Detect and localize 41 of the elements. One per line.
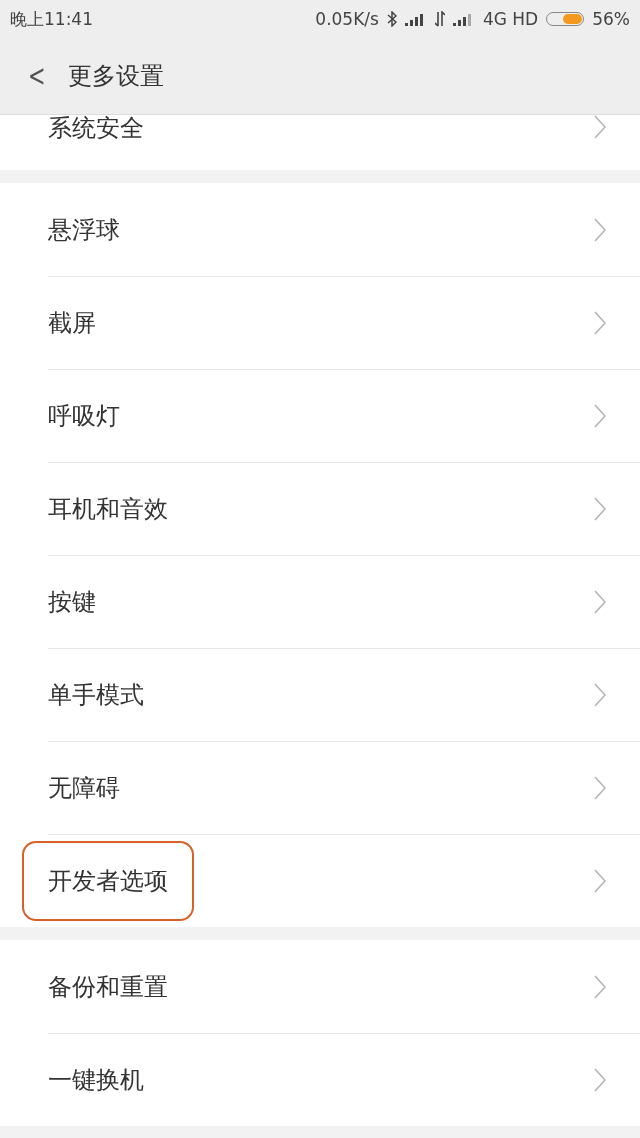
settings-item[interactable]: 悬浮球 — [0, 183, 640, 276]
item-label: 呼吸灯 — [47, 400, 121, 432]
chevron-right-icon — [594, 775, 606, 800]
settings-item[interactable]: 一键换机 — [0, 1033, 640, 1126]
settings-item[interactable]: 开发者选项 — [0, 834, 640, 927]
chevron-right-icon — [594, 217, 606, 242]
item-label: 耳机和音效 — [47, 493, 169, 525]
chevron-right-icon — [594, 589, 606, 614]
clock: 晚上11:41 — [10, 7, 93, 31]
network-speed: 0.05K/s — [315, 9, 379, 29]
chevron-right-icon — [594, 403, 606, 428]
battery-percent: 56% — [592, 9, 630, 29]
item-label: 开发者选项 — [22, 840, 194, 921]
chevron-right-icon — [594, 115, 606, 139]
chevron-right-icon — [594, 868, 606, 893]
item-label: 按键 — [47, 586, 97, 618]
item-label: 无障碍 — [47, 772, 121, 804]
page-title: 更多设置 — [68, 61, 164, 92]
back-button[interactable]: < — [27, 61, 47, 91]
item-label: 截屏 — [47, 307, 97, 339]
item-label: 悬浮球 — [47, 214, 121, 246]
network-type: 4G HD — [482, 9, 539, 29]
settings-item[interactable]: 呼吸灯 — [0, 369, 640, 462]
chevron-right-icon — [594, 1067, 606, 1092]
item-label: 系统安全 — [47, 115, 145, 141]
settings-item[interactable]: 耳机和音效 — [0, 462, 640, 555]
chevron-right-icon — [594, 496, 606, 521]
item-label: 备份和重置 — [47, 971, 169, 1003]
settings-item[interactable]: 备份和重置 — [0, 940, 640, 1033]
data-arrows-icon — [434, 11, 445, 27]
settings-item[interactable]: 截屏 — [0, 276, 640, 369]
chevron-right-icon — [594, 310, 606, 335]
settings-item[interactable]: 无障碍 — [0, 741, 640, 834]
chevron-right-icon — [594, 974, 606, 999]
chevron-right-icon — [594, 682, 606, 707]
item-label: 一键换机 — [47, 1064, 145, 1096]
settings-item[interactable]: 按键 — [0, 555, 640, 648]
settings-item[interactable]: 单手模式 — [0, 648, 640, 741]
settings-item[interactable]: 系统安全 — [0, 115, 640, 170]
item-label: 单手模式 — [47, 679, 145, 711]
bluetooth-icon — [386, 11, 397, 27]
